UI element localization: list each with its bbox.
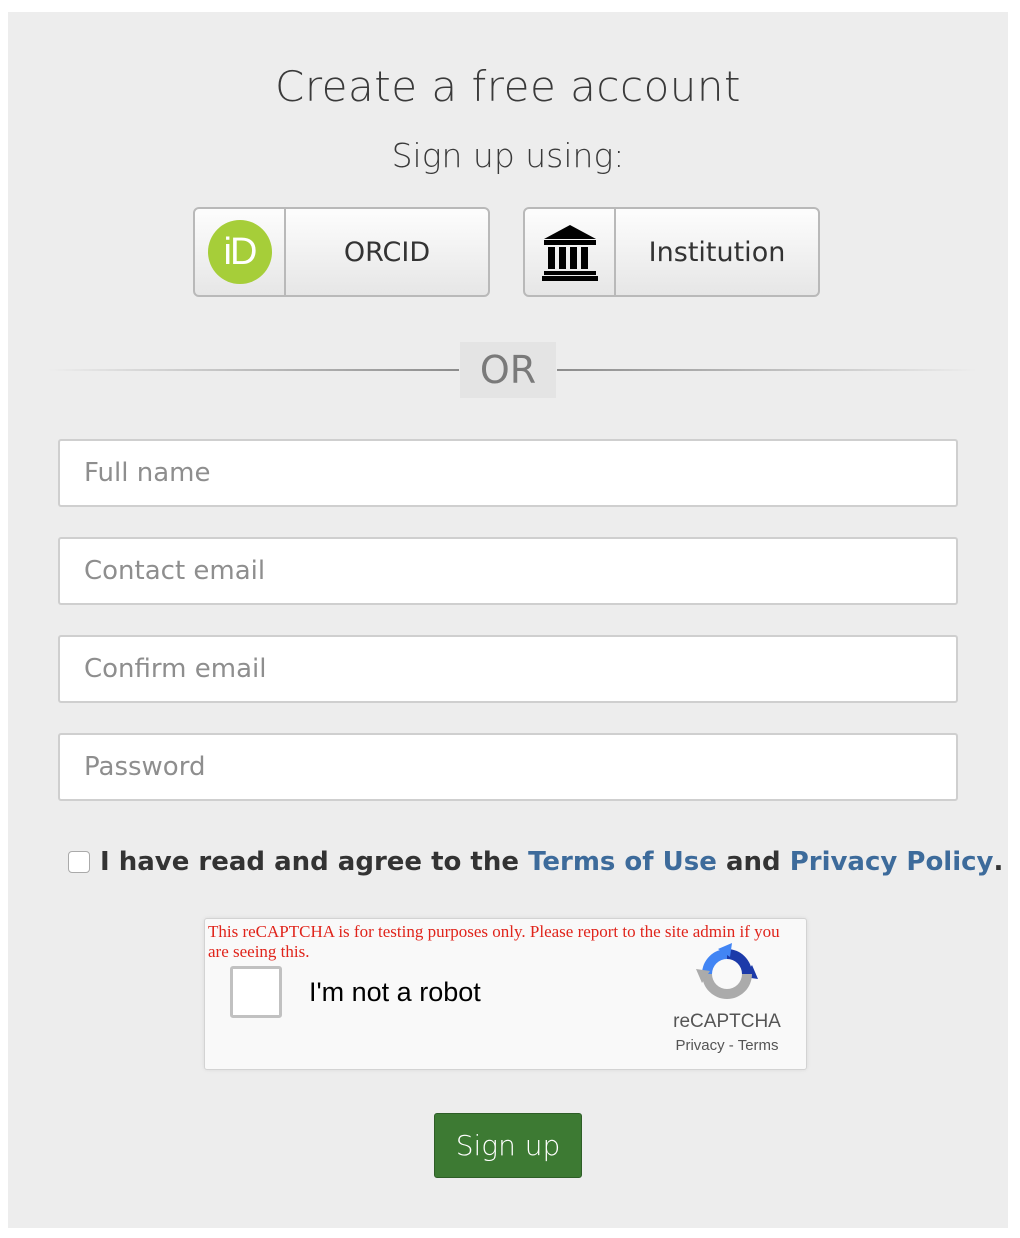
recaptcha-links: Privacy - Terms (645, 1037, 809, 1054)
password-input[interactable] (58, 733, 958, 801)
contact-email-input[interactable] (58, 537, 958, 605)
terms-checkbox[interactable] (68, 851, 90, 873)
terms-agreement-row: I have read and agree to the Terms of Us… (68, 842, 1003, 882)
orcid-icon-box: iD (195, 209, 286, 295)
recaptcha-privacy-link[interactable]: Privacy (675, 1037, 724, 1054)
recaptcha-label: I'm not a robot (309, 977, 481, 1007)
recaptcha-checkbox[interactable] (230, 966, 282, 1018)
terms-prefix-text: I have read and agree to the (100, 847, 520, 877)
institution-signup-button[interactable]: Institution (523, 207, 820, 297)
signup-options-subtitle: Sign up using: (391, 136, 625, 175)
recaptcha-terms-link[interactable]: Terms (738, 1037, 779, 1054)
full-name-input[interactable] (58, 439, 958, 507)
terms-suffix-text: . (993, 847, 1004, 877)
page-title: Create a free account (275, 62, 741, 111)
terms-of-use-link[interactable]: Terms of Use (528, 847, 717, 877)
divider-line-right (557, 369, 977, 371)
institution-button-label: Institution (648, 236, 786, 268)
institution-building-icon (541, 225, 598, 281)
orcid-signup-button[interactable]: iD ORCID (193, 207, 490, 297)
recaptcha-logo-icon (696, 943, 758, 999)
orcid-id-icon: iD (207, 220, 272, 284)
confirm-email-input[interactable] (58, 635, 958, 703)
recaptcha-brand: reCAPTCHA (673, 1011, 781, 1032)
or-divider-label: OR (460, 342, 556, 398)
privacy-policy-link[interactable]: Privacy Policy (790, 847, 994, 877)
terms-and-text: and (725, 847, 781, 877)
orcid-button-label: ORCID (343, 236, 431, 268)
recaptcha-link-separator: - (728, 1037, 734, 1054)
institution-icon-box (525, 209, 616, 295)
signup-panel: Create a free account Sign up using: iD … (8, 12, 1008, 1228)
sign-up-button[interactable]: Sign up (434, 1113, 582, 1178)
divider-line-left (48, 369, 459, 371)
recaptcha-widget: This reCAPTCHA is for testing purposes o… (204, 918, 807, 1070)
